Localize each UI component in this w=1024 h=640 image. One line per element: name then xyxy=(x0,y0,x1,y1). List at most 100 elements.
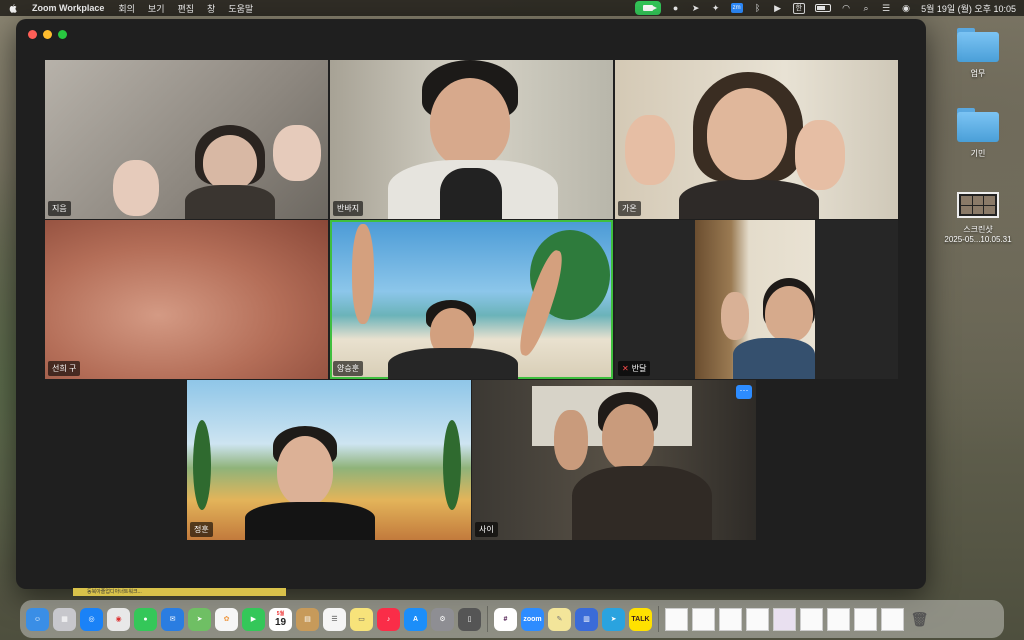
dock: ☺ ▦ ◎ ◉ ● ✉ ➤ ✿ ▶ 5월 19 ▤ ☰ ▭ ♪ A ⚙ ▯ # … xyxy=(20,600,1004,638)
recent-document-thumbnail[interactable] xyxy=(854,607,877,631)
recent-document-thumbnail[interactable] xyxy=(692,607,715,631)
messages-icon[interactable]: ● xyxy=(134,607,157,631)
calendar-day: 19 xyxy=(274,617,287,628)
participant-name: 지음 xyxy=(52,204,67,213)
menu-window[interactable]: 창 xyxy=(207,2,215,15)
participant-name: 선희 구 xyxy=(52,364,77,373)
video-tile-participant[interactable]: 반바지 xyxy=(330,60,613,219)
notebook-icon[interactable]: ▥ xyxy=(575,607,598,631)
participant-name-label: 정훈 xyxy=(190,522,213,537)
menubar-clock[interactable]: 5월 19일 (월) 오후 10:05 xyxy=(921,2,1016,15)
battery-icon[interactable] xyxy=(815,4,832,12)
participant-name-label: 사이 xyxy=(475,522,498,537)
control-center-icon[interactable]: ☰ xyxy=(881,3,891,13)
desktop-item-label: 스크린샷 xyxy=(963,225,993,234)
video-tile-participant[interactable]: 사이 xyxy=(472,380,756,540)
desktop-screenshot-file[interactable]: 스크린샷 2025-05...10.05.31 xyxy=(933,192,1023,244)
menu-edit[interactable]: 편집 xyxy=(177,2,194,15)
participant-name-label: 선희 구 xyxy=(48,361,81,376)
dock-separator xyxy=(658,606,659,632)
close-window-button[interactable] xyxy=(28,30,37,39)
recent-document-thumbnail[interactable] xyxy=(881,607,904,631)
participant-name-label: 양승훈 xyxy=(333,361,364,376)
wallet-icon[interactable]: ▤ xyxy=(296,607,319,631)
recent-document-thumbnail[interactable] xyxy=(773,607,796,631)
desktop-item-sublabel: 2025-05...10.05.31 xyxy=(944,235,1012,244)
app-store-icon[interactable]: A xyxy=(404,607,427,631)
participant-name: 양승훈 xyxy=(337,364,360,373)
photos-icon[interactable]: ✿ xyxy=(215,607,238,631)
status-area: ● ➤ ✦ zm ᛒ ▶ 한 ◠ ⌕ ☰ ◉ 5월 19일 (월) 오후 10:… xyxy=(634,1,1016,15)
participant-name: 반달 xyxy=(631,364,647,373)
maps-icon[interactable]: ➤ xyxy=(188,607,211,631)
menu-meeting[interactable]: 회의 xyxy=(118,2,135,15)
siri-icon[interactable]: ◉ xyxy=(901,3,911,13)
video-tile-participant[interactable]: 정훈 xyxy=(187,380,471,540)
finder-icon[interactable]: ☺ xyxy=(26,607,49,631)
mail-icon[interactable]: ✉ xyxy=(161,607,184,631)
video-tile-participant[interactable]: 선희 구 xyxy=(45,220,328,379)
zoom-video-status-icon[interactable] xyxy=(634,1,661,15)
search-icon[interactable]: ⌕ xyxy=(861,3,871,13)
video-tile-participant[interactable]: 지음 xyxy=(45,60,328,219)
recent-document-thumbnail[interactable] xyxy=(746,607,769,631)
recent-document-thumbnail[interactable] xyxy=(719,607,742,631)
notes-app-icon[interactable]: ✎ xyxy=(548,607,571,631)
zoom-icon[interactable]: zoom xyxy=(521,607,544,631)
mic-muted-icon: ✕ xyxy=(622,364,629,373)
kakaotalk-icon[interactable]: TALK xyxy=(629,607,652,631)
participant-name: 정훈 xyxy=(194,525,209,534)
participant-name-label: ✕ 반달 xyxy=(618,361,651,376)
telegram-icon[interactable]: ➤ xyxy=(602,607,625,631)
recent-document-thumbnail[interactable] xyxy=(827,607,850,631)
input-language-icon[interactable]: 한 xyxy=(792,2,806,14)
desktop-folder-gimin[interactable]: 기민 xyxy=(933,108,1023,159)
extension-icon[interactable]: ✦ xyxy=(711,3,721,13)
apple-icon[interactable] xyxy=(8,3,18,13)
zoom-menu-icon[interactable]: zm xyxy=(730,3,743,13)
play-icon[interactable]: ▶ xyxy=(773,3,783,13)
participant-name-label: 반바지 xyxy=(333,201,364,216)
participant-name: 사이 xyxy=(479,525,494,534)
safari-icon[interactable]: ◎ xyxy=(80,607,103,631)
music-icon[interactable]: ♪ xyxy=(377,607,400,631)
launchpad-icon[interactable]: ▦ xyxy=(53,607,76,631)
calendar-month: 5월 xyxy=(276,611,285,617)
app-menu-zoom[interactable]: Zoom Workplace xyxy=(32,3,104,13)
participant-name: 가온 xyxy=(622,204,637,213)
recent-document-thumbnail[interactable] xyxy=(665,607,688,631)
fullscreen-window-button[interactable] xyxy=(58,30,67,39)
notes-icon[interactable]: ▭ xyxy=(350,607,373,631)
calendar-icon[interactable]: 5월 19 xyxy=(269,607,292,631)
participant-name-label: 지음 xyxy=(48,201,71,216)
wifi-icon[interactable]: ◠ xyxy=(841,3,851,13)
menu-help[interactable]: 도움말 xyxy=(228,2,253,15)
navigation-icon[interactable]: ➤ xyxy=(691,3,701,13)
screenshot-thumbnail xyxy=(957,192,999,218)
facetime-icon[interactable]: ▶ xyxy=(242,607,265,631)
iphone-mirroring-icon[interactable]: ▯ xyxy=(458,607,481,631)
settings-icon[interactable]: ⚙ xyxy=(431,607,454,631)
video-tile-participant[interactable]: ✕ 반달 xyxy=(615,220,898,379)
bluetooth-icon[interactable]: ᛒ xyxy=(753,3,763,13)
reminders-icon[interactable]: ☰ xyxy=(323,607,346,631)
recent-document-thumbnail[interactable] xyxy=(800,607,823,631)
desktop-folder-work[interactable]: 업무 xyxy=(933,28,1023,79)
chat-bubble-icon[interactable]: ● xyxy=(671,3,681,13)
video-tile-participant[interactable]: 가온 xyxy=(615,60,898,219)
menu-bar: Zoom Workplace 회의 보기 편집 창 도움말 ● ➤ ✦ zm ᛒ… xyxy=(0,0,1024,16)
folder-icon xyxy=(957,28,999,62)
participant-name-label: 가온 xyxy=(618,201,641,216)
dock-separator xyxy=(487,606,488,632)
slack-icon[interactable]: # xyxy=(494,607,517,631)
more-options-button[interactable]: ··· xyxy=(736,385,752,399)
trash-icon[interactable]: 🗑 xyxy=(908,608,931,631)
minimize-window-button[interactable] xyxy=(43,30,52,39)
chrome-icon[interactable]: ◉ xyxy=(107,607,130,631)
desktop-item-label: 기민 xyxy=(970,149,986,158)
participant-name: 반바지 xyxy=(337,204,360,213)
desktop-item-label: 업무 xyxy=(970,69,986,78)
menu-view[interactable]: 보기 xyxy=(148,2,165,15)
video-tile-active-speaker[interactable]: 양승훈 xyxy=(330,220,613,379)
notification-strip[interactable]: 동북아졸업디아너트워크... xyxy=(73,588,286,596)
